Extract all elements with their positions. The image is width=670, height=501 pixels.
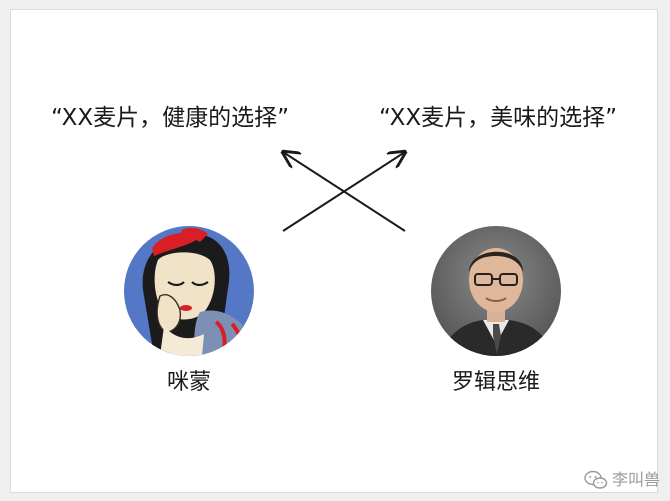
man-with-glasses-photo-avatar bbox=[431, 226, 561, 356]
crossing-arrows bbox=[11, 10, 659, 232]
watermark: 李叫兽 bbox=[584, 469, 660, 491]
person-name-luojisiwei: 罗辑思维 bbox=[451, 370, 540, 395]
wechat-icon bbox=[584, 470, 608, 489]
snow-white-cartoon-avatar bbox=[124, 226, 254, 356]
watermark-text: 李叫兽 bbox=[611, 470, 660, 489]
person-name-mimeng: 咪蒙 bbox=[166, 370, 211, 395]
slide-canvas: “XX麦片，健康的选择” “XX麦片，美味的选择” 咪蒙 罗辑思维 bbox=[10, 9, 658, 493]
